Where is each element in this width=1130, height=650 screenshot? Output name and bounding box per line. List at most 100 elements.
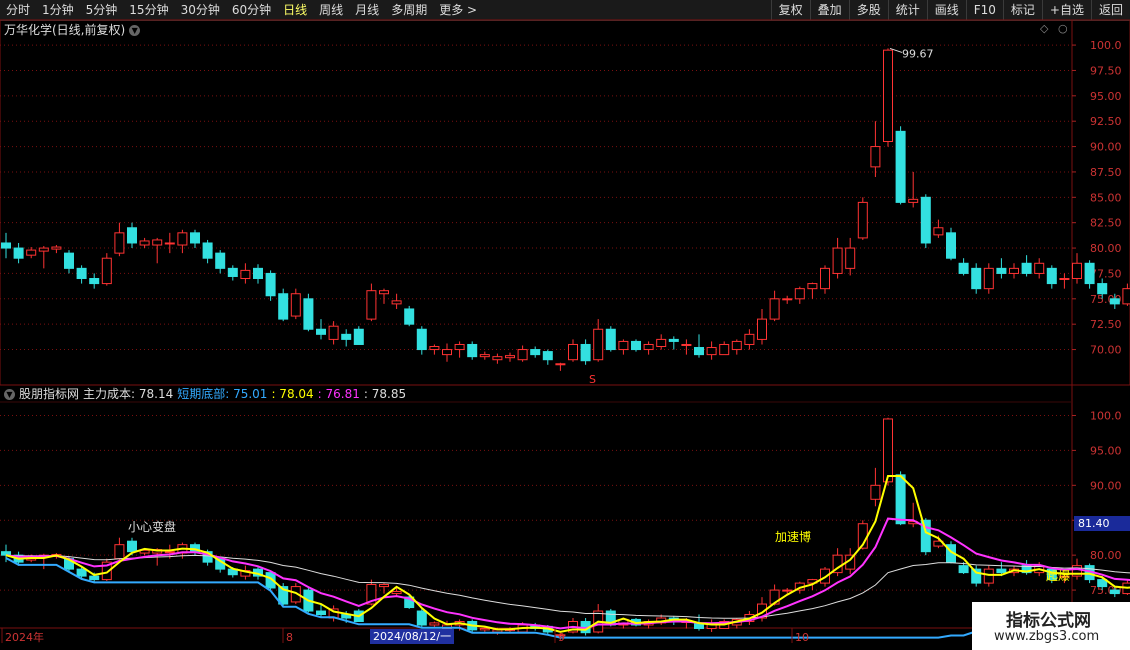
main-candle-body xyxy=(442,349,452,356)
date-label: 8 xyxy=(286,631,293,644)
main-candle-body xyxy=(807,283,818,290)
cursor-date: 2024/08/12/一 xyxy=(370,629,455,644)
main-candle-body xyxy=(920,196,931,244)
indicator-candle-body xyxy=(89,575,100,581)
main-candle-body xyxy=(379,290,389,295)
main-candle-body xyxy=(631,340,641,351)
date-label: 10 xyxy=(795,631,809,644)
main-tick-label: 80.00 xyxy=(1090,242,1122,255)
main-candle-body xyxy=(1059,278,1070,281)
main-candle-body xyxy=(13,247,24,259)
rise-label: 起爆 xyxy=(1046,569,1070,583)
main-candle-body xyxy=(656,338,667,348)
main-candle-body xyxy=(668,338,679,342)
main-candle-body xyxy=(416,328,427,351)
main-candle-body xyxy=(618,340,629,351)
main-candle-body xyxy=(152,239,163,246)
main-candle-body xyxy=(593,328,604,361)
main-candle-body xyxy=(240,269,251,280)
main-candle-body xyxy=(303,298,314,330)
watermark-logo: 指标公式网 www.zbgs3.com xyxy=(972,602,1130,650)
main-candle-body xyxy=(706,347,717,356)
main-tick-label: 90.00 xyxy=(1090,141,1122,154)
main-candle-body xyxy=(492,356,503,361)
main-candle-body xyxy=(1072,262,1082,280)
main-candle-body xyxy=(190,232,200,244)
main-candle-body xyxy=(820,267,830,290)
indicator-candle-body xyxy=(114,544,125,560)
indicator-candle-body xyxy=(883,418,893,483)
main-candle-body xyxy=(1034,262,1045,274)
indicator-candle-body xyxy=(983,568,994,584)
main-candle-body xyxy=(958,262,969,274)
main-candle-body xyxy=(215,252,226,269)
main-candle-body xyxy=(227,267,238,277)
main-tick-label: 82.50 xyxy=(1090,217,1122,230)
main-candle-body xyxy=(983,267,994,290)
main-candle-body xyxy=(996,267,1007,274)
main-candle-body xyxy=(1021,262,1032,274)
main-candle-body xyxy=(341,333,352,340)
indicator-candle-body xyxy=(996,568,1007,574)
indicator-candle-body xyxy=(316,610,326,616)
main-tick-label: 95.00 xyxy=(1090,90,1122,103)
main-candle-body xyxy=(908,198,919,203)
watermark-title: 指标公式网 xyxy=(1006,611,1091,631)
indicator-candle-body xyxy=(127,540,137,553)
main-candle-body xyxy=(38,247,49,252)
main-candle-body xyxy=(391,300,402,305)
main-candle-body xyxy=(568,343,578,361)
main-candle-body xyxy=(127,227,137,244)
indicator-tick-label: 95.00 xyxy=(1090,444,1122,457)
main-candle-body xyxy=(467,343,478,358)
kline-chart[interactable]: 100.0 97.50 95.00 92.50 90.00 87.50 85.00 82.50… xyxy=(0,0,1130,650)
main-candle-body xyxy=(1,242,11,249)
main-candle-body xyxy=(555,363,566,366)
main-candle-body xyxy=(139,240,150,246)
main-candle-body xyxy=(580,343,591,362)
main-candle-body xyxy=(681,343,692,346)
high-price-label: 99.67 xyxy=(902,47,934,60)
main-candle-body xyxy=(328,325,339,340)
main-candle-body xyxy=(694,347,704,356)
main-panel-frame xyxy=(0,19,1130,386)
indicator-candle-body xyxy=(1109,589,1120,595)
main-tick-label: 77.50 xyxy=(1090,267,1122,280)
main-candle-body xyxy=(769,298,780,320)
main-tick-label: 92.50 xyxy=(1090,115,1122,128)
main-candle-body xyxy=(51,246,62,250)
main-tick-label: 87.50 xyxy=(1090,166,1122,179)
main-candle-body xyxy=(845,247,856,269)
indicator-candle-body xyxy=(76,568,87,577)
main-candle-body xyxy=(404,308,415,325)
main-candle-body xyxy=(454,343,465,351)
main-candle-body xyxy=(870,146,881,168)
main-candle-body xyxy=(933,227,944,236)
main-candle-body xyxy=(744,333,755,345)
date-label: 9 xyxy=(558,631,565,644)
main-candle-body xyxy=(757,318,767,340)
main-candle-body xyxy=(278,293,289,320)
main-candle-body xyxy=(895,130,906,203)
main-candle-body xyxy=(101,257,112,285)
main-candle-body xyxy=(202,242,213,259)
main-tick-label: 72.50 xyxy=(1090,318,1122,331)
main-candle-body xyxy=(1046,267,1057,285)
main-candle-body xyxy=(429,346,440,351)
indicator-tick-label: 80.00 xyxy=(1090,549,1122,562)
sell-marker: S xyxy=(589,373,596,386)
main-candle-body xyxy=(253,267,263,280)
main-candle-body xyxy=(719,343,730,356)
main-candle-body xyxy=(883,49,893,142)
caution-label: 小心变盘 xyxy=(128,519,176,534)
main-candle-body xyxy=(794,288,805,300)
main-candle-body xyxy=(505,355,515,359)
indicator-candle-body xyxy=(479,627,490,631)
date-label: 2024年 xyxy=(5,630,44,644)
main-candle-body xyxy=(517,349,528,361)
indicator-candle-body xyxy=(958,565,969,574)
main-tick-label: 97.50 xyxy=(1090,64,1122,77)
main-candle-body xyxy=(1097,283,1108,295)
main-tick-label: 100.0 xyxy=(1090,39,1122,52)
main-candle-body xyxy=(1084,262,1095,285)
